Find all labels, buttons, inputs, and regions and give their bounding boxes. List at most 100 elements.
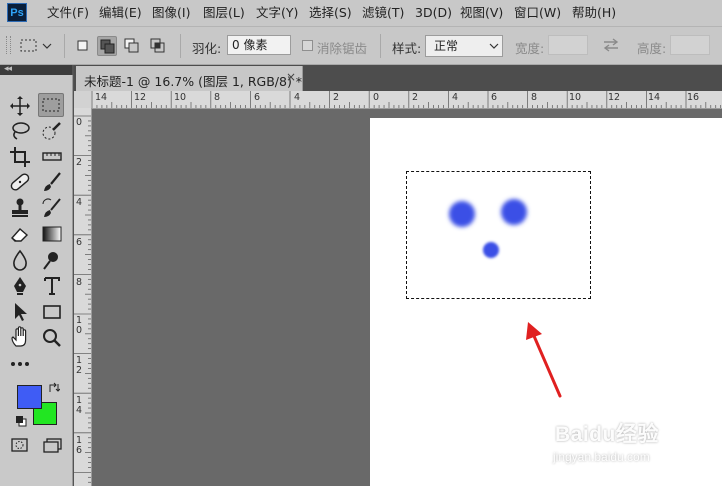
gradient-icon xyxy=(42,226,62,242)
quick-selection-tool[interactable] xyxy=(40,119,66,143)
crop-icon xyxy=(10,147,30,167)
menu-view[interactable]: 视图(V) xyxy=(459,4,504,22)
ruler-label: 4 xyxy=(294,92,301,103)
intersect-selection-button[interactable] xyxy=(148,36,168,56)
antialias-label: 消除锯齿 xyxy=(317,41,368,56)
style-label: 样式: xyxy=(392,41,422,56)
ruler-label: 0 xyxy=(373,92,380,103)
rectangular-marquee-icon xyxy=(42,98,60,112)
crop-tool[interactable] xyxy=(8,145,34,169)
antialias-checkbox[interactable] xyxy=(302,40,313,51)
dodge-tool[interactable] xyxy=(40,248,66,272)
default-colors-button[interactable] xyxy=(15,415,27,430)
ruler-origin[interactable] xyxy=(74,91,91,108)
add-to-selection-button[interactable] xyxy=(97,36,117,56)
healing-brush-tool[interactable] xyxy=(8,170,34,194)
subtract-from-selection-button[interactable] xyxy=(122,36,142,56)
more-dots-icon xyxy=(11,362,29,366)
marquee-preset-icon xyxy=(20,39,52,52)
move-icon xyxy=(10,96,30,116)
lasso-tool[interactable] xyxy=(8,119,34,143)
intersect-selection-icon xyxy=(150,38,165,53)
quick-mask-icon xyxy=(11,438,28,452)
swap-colors-button[interactable] xyxy=(48,382,61,397)
width-label: 宽度: xyxy=(515,41,545,56)
history-brush-tool[interactable] xyxy=(40,196,66,220)
ruler-icon xyxy=(42,152,62,161)
path-selection-tool[interactable] xyxy=(8,300,34,324)
ruler-ticks xyxy=(91,91,722,108)
ruler-label: 8 xyxy=(531,92,538,103)
quick-mask-button[interactable] xyxy=(10,437,30,456)
menu-type[interactable]: 文字(Y) xyxy=(255,4,299,22)
pen-icon xyxy=(14,277,26,295)
menu-image[interactable]: 图像(I) xyxy=(151,4,191,22)
ruler-label: 2 xyxy=(333,92,340,103)
clone-stamp-tool[interactable] xyxy=(8,196,34,220)
menu-help[interactable]: 帮助(H) xyxy=(571,4,617,22)
ruler-label: 16 xyxy=(687,92,700,103)
hand-tool[interactable] xyxy=(8,326,34,350)
feather-label: 羽化: xyxy=(192,41,222,56)
height-label: 高度: xyxy=(637,41,667,56)
menu-layer[interactable]: 图层(L) xyxy=(202,4,246,22)
feather-input[interactable]: 0 像素 xyxy=(227,35,291,55)
pen-tool[interactable] xyxy=(8,274,34,298)
screen-mode-icon xyxy=(43,438,62,453)
eyedropper-tool[interactable] xyxy=(40,145,66,169)
ruler-label: 4 xyxy=(76,197,83,208)
screen-mode-button[interactable] xyxy=(42,437,66,456)
new-selection-button[interactable] xyxy=(73,36,93,56)
width-input[interactable] xyxy=(548,35,588,55)
magnifier-icon xyxy=(43,329,61,347)
zoom-tool[interactable] xyxy=(40,326,66,350)
move-tool[interactable] xyxy=(8,94,34,118)
ruler-label: 1 4 xyxy=(76,395,83,416)
close-icon[interactable]: × xyxy=(286,70,296,84)
annotation-arrow xyxy=(526,322,562,398)
ruler-label: 6 xyxy=(491,92,498,103)
rectangular-marquee-tool[interactable] xyxy=(38,93,64,117)
swap-arrows-icon xyxy=(603,38,619,52)
height-input[interactable] xyxy=(670,35,710,55)
eraser-tool[interactable] xyxy=(8,222,34,246)
blur-tool[interactable] xyxy=(8,248,34,272)
stamp-icon xyxy=(12,198,28,217)
options-grip[interactable] xyxy=(6,36,11,54)
swap-colors-icon xyxy=(49,382,61,392)
style-select-value: 正常 xyxy=(434,39,459,53)
hand-icon xyxy=(11,326,27,347)
marquee-selection[interactable] xyxy=(406,171,591,299)
type-tool[interactable] xyxy=(40,274,66,298)
menu-filter[interactable]: 滤镜(T) xyxy=(361,4,405,22)
brush-tool[interactable] xyxy=(40,170,66,194)
menu-select[interactable]: 选择(S) xyxy=(308,4,353,22)
quick-selection-icon xyxy=(42,122,61,140)
edit-toolbar-button[interactable] xyxy=(8,352,34,376)
ruler-label: 8 xyxy=(214,92,221,103)
menu-3d[interactable]: 3D(D) xyxy=(414,4,453,22)
foreground-color-swatch[interactable] xyxy=(17,385,42,409)
droplet-icon xyxy=(13,249,27,271)
ruler-label: 0 xyxy=(76,117,83,128)
collapse-panel-icon[interactable]: ◂◂ xyxy=(4,64,12,74)
photoshop-logo: Ps xyxy=(7,3,27,22)
ruler-label: 6 xyxy=(254,92,261,103)
swap-dimensions-button[interactable] xyxy=(602,38,620,55)
menu-edit[interactable]: 编辑(E) xyxy=(98,4,143,22)
rectangle-shape-icon xyxy=(43,305,61,319)
vertical-ruler: 0 2 4 6 8 1 0 1 2 1 4 1 6 xyxy=(74,108,92,486)
rectangle-tool[interactable] xyxy=(40,300,66,324)
ruler-label: 1 0 xyxy=(76,315,83,336)
document-tab[interactable]: 未标题-1 @ 16.7% (图层 1, RGB/8) * × xyxy=(76,66,303,91)
gradient-tool[interactable] xyxy=(40,222,66,246)
lasso-icon xyxy=(12,122,30,140)
ruler-label: 14 xyxy=(95,92,108,103)
style-select[interactable]: 正常 xyxy=(425,35,503,57)
menu-file[interactable]: 文件(F) xyxy=(46,4,90,22)
ruler-label: 12 xyxy=(134,92,147,103)
history-brush-icon xyxy=(42,198,61,217)
menu-window[interactable]: 窗口(W) xyxy=(513,4,562,22)
options-separator xyxy=(380,34,381,58)
tool-preset-picker[interactable] xyxy=(19,36,59,56)
